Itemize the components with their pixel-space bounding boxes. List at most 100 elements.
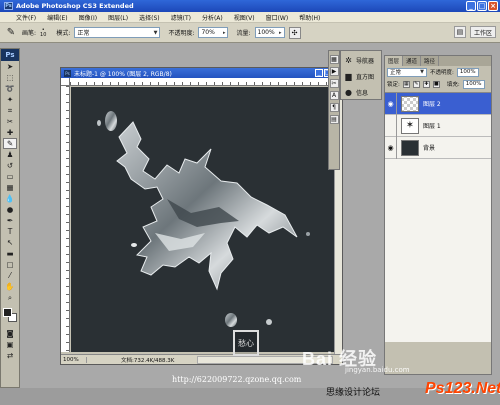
hand-tool-icon[interactable]: ✋ bbox=[3, 281, 17, 292]
close-icon[interactable]: × bbox=[488, 1, 498, 11]
color-swatches[interactable] bbox=[1, 306, 19, 324]
crop-tool-icon[interactable]: ⌗ bbox=[3, 105, 17, 116]
play-actions-icon[interactable]: ▶ bbox=[329, 67, 339, 76]
layer-comps-icon[interactable]: ▤ bbox=[329, 115, 339, 124]
visibility-eye-icon[interactable]: ◉ bbox=[385, 92, 397, 115]
ps-app-icon: Ps bbox=[4, 2, 13, 10]
menu-file[interactable]: 文件(F) bbox=[16, 13, 36, 22]
app-title: Adobe Photoshop CS3 Extended bbox=[16, 2, 134, 10]
tab-channels[interactable]: 通道 bbox=[403, 56, 422, 66]
menu-image[interactable]: 图像(I) bbox=[79, 13, 97, 22]
screen-mode-icon[interactable]: ▣ bbox=[3, 339, 17, 350]
tab-layers[interactable]: 图层 bbox=[385, 56, 404, 66]
airbrush-icon[interactable]: ✣ bbox=[288, 26, 301, 39]
maximize-icon[interactable]: □ bbox=[477, 1, 487, 11]
splatter-drop-6 bbox=[131, 243, 137, 247]
workspace-button[interactable]: 工作区 bbox=[469, 26, 496, 38]
magic-wand-icon[interactable]: ✦ bbox=[3, 94, 17, 105]
path-select-icon[interactable]: ↖ bbox=[3, 237, 17, 248]
menu-analysis[interactable]: 分析(A) bbox=[202, 13, 223, 22]
brush-picker[interactable]: • 10 bbox=[40, 27, 46, 38]
slice-tool-icon[interactable]: ✂ bbox=[3, 116, 17, 127]
mode-select[interactable]: 正常 ▼ bbox=[74, 27, 161, 38]
blur-tool-icon[interactable]: 💧 bbox=[3, 193, 17, 204]
chevron-down-icon: ▼ bbox=[153, 29, 158, 36]
visibility-box[interactable] bbox=[385, 114, 397, 137]
menu-help[interactable]: 帮助(H) bbox=[299, 13, 320, 22]
brushes-panel-icon[interactable]: ▦ bbox=[329, 55, 339, 64]
opacity-label: 不透明度: bbox=[168, 30, 195, 37]
eraser-tool-icon[interactable]: ▭ bbox=[3, 171, 17, 182]
clone-stamp-icon[interactable]: ♟ bbox=[3, 149, 17, 160]
brush-tool-icon[interactable]: ✎ bbox=[3, 138, 17, 149]
fill-field[interactable]: 100% bbox=[462, 79, 485, 89]
healing-brush-icon[interactable]: ✚ bbox=[3, 127, 17, 138]
quick-mask-icon[interactable]: ◙ bbox=[3, 328, 17, 339]
ruler-origin[interactable] bbox=[61, 78, 70, 86]
dock-item-info[interactable]: ● 信息 bbox=[341, 85, 381, 99]
lasso-tool-icon[interactable]: ➰ bbox=[3, 83, 17, 94]
tools-preset-icon[interactable]: ✂ bbox=[329, 79, 339, 88]
splatter-drop-1 bbox=[105, 111, 117, 131]
character-panel-icon[interactable]: A bbox=[329, 91, 339, 100]
window-controls: _ □ × bbox=[466, 1, 498, 11]
lock-all-icon[interactable]: ■ bbox=[432, 80, 440, 88]
marquee-tool-icon[interactable]: ⬚ bbox=[3, 72, 17, 83]
foreground-color[interactable] bbox=[3, 308, 12, 317]
menu-filter[interactable]: 滤镜(T) bbox=[171, 13, 191, 22]
blend-row: 正常 ▼ 不透明度: 100% bbox=[385, 66, 491, 78]
pen-tool-icon[interactable]: ✒ bbox=[3, 215, 17, 226]
blend-mode-select[interactable]: 正常 ▼ bbox=[387, 67, 427, 77]
lock-pixels-icon[interactable]: ✎ bbox=[412, 80, 420, 88]
layer-thumbnail bbox=[401, 139, 419, 156]
menu-window[interactable]: 窗口(W) bbox=[266, 13, 289, 22]
document-title-bar[interactable]: Ps 未标题-1 @ 100% (图层 2, RGB/8) _ □ × bbox=[61, 68, 342, 78]
paragraph-panel-icon[interactable]: ¶ bbox=[329, 103, 339, 112]
horizontal-ruler[interactable] bbox=[70, 78, 336, 86]
brush-tool-preset-icon[interactable]: ✎ bbox=[4, 26, 18, 40]
app-title-bar: Ps Adobe Photoshop CS3 Extended _ □ × bbox=[0, 0, 500, 12]
move-tool-icon[interactable]: ➤ bbox=[3, 61, 17, 72]
zoom-tool-icon[interactable]: ⌕ bbox=[3, 292, 17, 303]
zoom-level[interactable]: 100% bbox=[61, 356, 87, 363]
shape-tool-icon[interactable]: ▬ bbox=[3, 248, 17, 259]
eyedropper-icon[interactable]: ⁄ bbox=[3, 270, 17, 281]
menu-edit[interactable]: 编辑(E) bbox=[47, 13, 67, 22]
lock-row: 锁定: ▦ ✎ ✚ ■ 填充: 100% bbox=[385, 78, 491, 90]
history-brush-icon[interactable]: ↺ bbox=[3, 160, 17, 171]
vertical-ruler[interactable] bbox=[61, 86, 70, 352]
notes-tool-icon[interactable]: ▢ bbox=[3, 259, 17, 270]
opacity-field[interactable]: 70% ▸ bbox=[198, 27, 229, 38]
menu-layer[interactable]: 图层(L) bbox=[108, 13, 128, 22]
info-icon: ● bbox=[345, 87, 352, 97]
forum-watermark: 思缘设计论坛 bbox=[326, 388, 381, 398]
layer-list: ◉ 图层 2 ✶ 图层 1 ◉ 背景 bbox=[385, 92, 491, 342]
menu-select[interactable]: 选择(S) bbox=[139, 13, 160, 22]
imageready-icon[interactable]: ⇄ bbox=[3, 350, 17, 361]
visibility-eye-icon[interactable]: ◉ bbox=[385, 136, 397, 159]
flow-field[interactable]: 100% ▸ bbox=[254, 27, 285, 38]
type-tool-icon[interactable]: T bbox=[3, 226, 17, 237]
tab-paths[interactable]: 路径 bbox=[421, 56, 440, 66]
document-size[interactable]: 文档:732.4K/488.3K bbox=[87, 356, 197, 364]
layer-opacity-field[interactable]: 100% bbox=[456, 67, 479, 77]
lock-transparency-icon[interactable]: ▦ bbox=[402, 80, 410, 88]
dock-item-navigator[interactable]: ✲ 导航器 bbox=[341, 53, 381, 67]
options-right: ▤ 工作区 bbox=[453, 26, 496, 38]
layer-row[interactable]: ✶ 图层 1 bbox=[385, 114, 491, 137]
layer-row[interactable]: ◉ 背景 bbox=[385, 136, 491, 159]
mode-label: 模式: bbox=[56, 30, 71, 37]
document-canvas[interactable] bbox=[71, 87, 335, 352]
palette-well-icon[interactable]: ▤ bbox=[453, 26, 466, 38]
minimize-icon[interactable]: _ bbox=[466, 1, 476, 11]
menu-view[interactable]: 视图(V) bbox=[234, 13, 255, 22]
gradient-tool-icon[interactable]: ▦ bbox=[3, 182, 17, 193]
dock-item-histogram[interactable]: ▆ 直方图 bbox=[341, 69, 381, 83]
dodge-tool-icon[interactable]: ● bbox=[3, 204, 17, 215]
layer-row[interactable]: ◉ 图层 2 bbox=[385, 92, 491, 115]
doc-minimize-icon[interactable]: _ bbox=[315, 69, 323, 77]
splatter-main bbox=[116, 121, 298, 291]
chevron-right-icon: ▸ bbox=[222, 29, 226, 36]
dock-item-label: 导航器 bbox=[356, 57, 375, 65]
lock-position-icon[interactable]: ✚ bbox=[422, 80, 430, 88]
